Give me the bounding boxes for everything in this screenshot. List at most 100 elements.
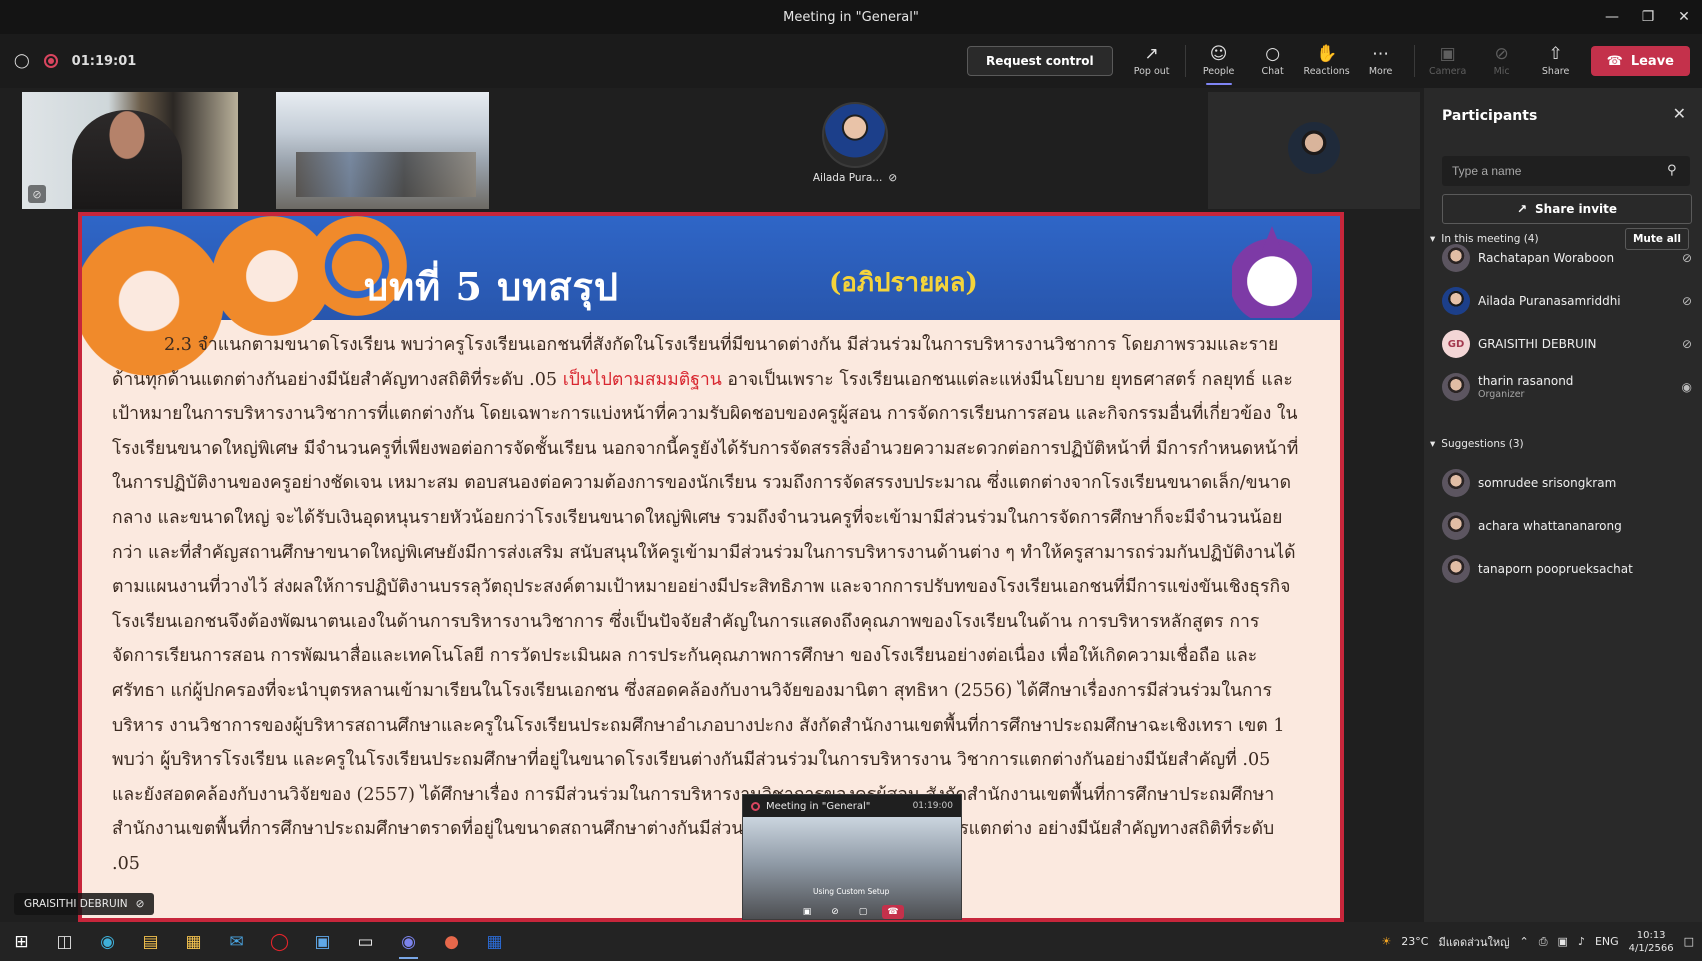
room-video-tile[interactable] — [276, 92, 489, 209]
leave-button[interactable]: ☎ Leave — [1590, 46, 1690, 76]
mic-off-icon: ⊘ — [28, 185, 46, 203]
volume-icon[interactable]: ♪ — [1578, 935, 1585, 948]
paint-icon[interactable]: ● — [430, 922, 473, 961]
participant-row[interactable]: tharin rasanond Organizer ◉ — [1442, 367, 1692, 407]
clock[interactable]: 10:13 4/1/2566 — [1629, 929, 1674, 955]
participant-search-input[interactable] — [1442, 156, 1690, 186]
share-screen-icon[interactable]: ▢ — [854, 905, 872, 919]
avatar — [1288, 122, 1340, 174]
people-button[interactable]: ☺ People — [1194, 34, 1244, 88]
mic-icon[interactable]: ◉ — [1682, 380, 1692, 394]
chevron-down-icon: ▾ — [1430, 233, 1436, 245]
share-button[interactable]: ⇧ Share — [1531, 34, 1581, 88]
weather-text[interactable]: มีแดดส่วนใหญ่ — [1438, 933, 1509, 951]
participants-panel: Participants ✕ ⚲ ↗ Share invite ▾ In thi… — [1424, 88, 1702, 922]
windows-start-icon[interactable]: ⊞ — [0, 922, 43, 961]
reactions-button[interactable]: ✋ Reactions — [1302, 34, 1352, 88]
phone-hangup-icon[interactable]: ☎ — [882, 905, 904, 919]
meeting-mini-window[interactable]: Meeting in "General" 01:19:00 Using Cust… — [742, 794, 962, 920]
window-controls: — ❐ ✕ — [1594, 0, 1702, 34]
suggestion-row[interactable]: somrudee srisongkram — [1442, 463, 1692, 503]
suggestions-label: Suggestions (3) — [1441, 438, 1524, 450]
more-icon: ⋯ — [1372, 43, 1390, 64]
camera-icon[interactable]: ▣ — [798, 905, 816, 919]
pop-out-button[interactable]: ↗ Pop out — [1127, 34, 1177, 88]
more-button[interactable]: ⋯ More — [1356, 34, 1406, 88]
mini-window-video: Using Custom Setup ▣ ⊘ ▢ ☎ — [743, 817, 961, 919]
participant-video-tile[interactable]: ⊘ — [22, 92, 238, 209]
minimize-button[interactable]: — — [1594, 0, 1630, 34]
avatar-tile-label: Ailada Pura... — [812, 172, 883, 184]
suggestion-row[interactable]: achara whattananarong — [1442, 506, 1692, 546]
opera-browser-icon[interactable]: ◯ — [258, 922, 301, 961]
mic-off-icon[interactable]: ⊘ — [1682, 251, 1692, 265]
chevron-down-icon: ▾ — [1430, 438, 1436, 450]
suggestion-row[interactable]: tanaporn pooprueksachat — [1442, 549, 1692, 589]
share-invite-button[interactable]: ↗ Share invite — [1442, 194, 1692, 224]
printer-icon[interactable]: ⎙ — [1539, 935, 1548, 949]
language-indicator[interactable]: ENG — [1595, 935, 1619, 948]
mic-off-icon[interactable]: ⊘ — [826, 905, 844, 919]
chat-label: Chat — [1261, 65, 1284, 77]
share-icon: ↗ — [1516, 202, 1528, 216]
pop-out-label: Pop out — [1133, 65, 1170, 77]
panel-title: Participants — [1442, 108, 1538, 124]
chat-button[interactable]: ○ Chat — [1248, 34, 1298, 88]
chevron-up-icon[interactable]: ⌃ — [1520, 935, 1529, 948]
avatar-tile[interactable]: Ailada Pura... ⊘ — [780, 92, 930, 209]
photos-icon[interactable]: ▣ — [301, 922, 344, 961]
share-icon: ⇧ — [1548, 43, 1563, 64]
search-icon[interactable]: ⚲ — [1667, 163, 1677, 178]
avatar — [1442, 287, 1470, 315]
pop-out-icon: ↗ — [1144, 43, 1159, 64]
clock-time: 10:13 — [1636, 929, 1666, 941]
notepad-icon[interactable]: ▭ — [344, 922, 387, 961]
avatar — [1442, 512, 1470, 540]
close-icon[interactable]: ✕ — [1673, 104, 1686, 123]
avatar — [1442, 469, 1470, 497]
shield-icon: ◯ — [14, 53, 30, 69]
clock-date: 4/1/2566 — [1628, 942, 1674, 954]
mic-button[interactable]: ⊘ Mic — [1477, 34, 1527, 88]
participant-info: achara whattananarong — [1478, 519, 1622, 533]
reactions-label: Reactions — [1303, 65, 1350, 77]
shared-screen-slide: บทที่ 5 บทสรุป (อภิปรายผล) 2.3 จำแนกตามข… — [78, 212, 1344, 922]
participant-info: Rachatapan Woraboon — [1478, 251, 1614, 265]
participant-name: GRAISITHI DEBRUIN — [1478, 337, 1597, 351]
mini-window-controls: ▣ ⊘ ▢ ☎ — [798, 905, 904, 919]
mini-window-caption: Using Custom Setup — [813, 887, 890, 896]
university-logo — [1232, 226, 1312, 318]
mail-icon[interactable]: ✉ — [215, 922, 258, 961]
suggestion-name: somrudee srisongkram — [1478, 476, 1617, 490]
mic-off-icon[interactable]: ⊘ — [1682, 337, 1692, 351]
word-icon[interactable]: ▦ — [473, 922, 516, 961]
camera-label: Camera — [1428, 65, 1467, 77]
weather-temp[interactable]: 23°C — [1401, 935, 1428, 948]
store-icon[interactable]: ▦ — [172, 922, 215, 961]
task-view-icon[interactable]: ◫ — [43, 922, 86, 961]
avatar — [1442, 373, 1470, 401]
mic-off-icon: ⊘ — [888, 172, 898, 184]
close-window-button[interactable]: ✕ — [1666, 0, 1702, 34]
teams-icon[interactable]: ◉ — [387, 922, 430, 961]
notification-icon[interactable]: □ — [1684, 935, 1694, 948]
mini-window-time: 01:19:00 — [912, 801, 953, 811]
network-icon[interactable]: ▣ — [1558, 935, 1568, 948]
restore-button[interactable]: ❐ — [1630, 0, 1666, 34]
people-label: People — [1202, 65, 1235, 77]
suggestion-name: tanaporn pooprueksachat — [1478, 562, 1633, 576]
mic-off-icon[interactable]: ⊘ — [1682, 294, 1692, 308]
camera-button[interactable]: ▣ Camera — [1423, 34, 1473, 88]
file-explorer-icon[interactable]: ▤ — [129, 922, 172, 961]
participant-info: GRAISITHI DEBRUIN — [1478, 337, 1596, 351]
participant-row[interactable]: Rachatapan Woraboon ⊘ — [1442, 238, 1692, 278]
edge-browser-icon[interactable]: ◉ — [86, 922, 129, 961]
mic-label: Mic — [1493, 65, 1510, 77]
request-control-button[interactable]: Request control — [967, 46, 1113, 76]
suggestions-section-toggle[interactable]: ▾ Suggestions (3) — [1430, 438, 1524, 450]
participant-row[interactable]: GD GRAISITHI DEBRUIN ⊘ — [1442, 324, 1692, 364]
toolbar-divider — [1413, 45, 1415, 77]
avatar-tile[interactable] — [1208, 92, 1420, 209]
slide-body: 2.3 จำแนกตามขนาดโรงเรียน พบว่าครูโรงเรีย… — [112, 328, 1304, 882]
participant-row[interactable]: Ailada Puranasamriddhi ⊘ — [1442, 281, 1692, 321]
